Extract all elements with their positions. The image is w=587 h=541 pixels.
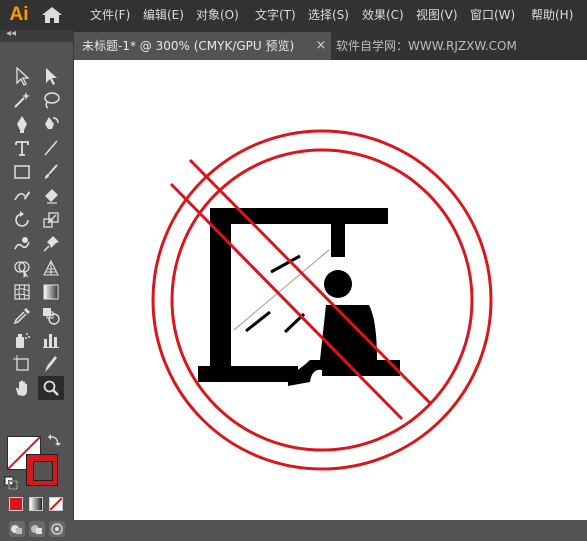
gradient-tool-icon[interactable] bbox=[38, 280, 64, 304]
artboard-tool-icon[interactable] bbox=[9, 352, 35, 376]
tab-untitled-1[interactable]: 未标题-1* @ 300% (CMYK/GPU 预览) × bbox=[74, 32, 331, 60]
prohibition-outer-ring bbox=[151, 129, 493, 471]
warp-tool-icon[interactable] bbox=[9, 232, 35, 256]
paintbrush-tool-icon[interactable] bbox=[38, 160, 64, 184]
menu-bar: Ai 文件(F) 编辑(E) 对象(O) 文字(T) 选择(S) 效果(C) 视… bbox=[0, 0, 587, 30]
curvature-tool-icon[interactable] bbox=[38, 112, 64, 136]
scale-tool-icon[interactable] bbox=[38, 208, 64, 232]
magic-wand-tool-icon[interactable] bbox=[9, 88, 35, 112]
column-graph-tool-icon[interactable] bbox=[38, 328, 64, 352]
blend-tool-icon[interactable] bbox=[38, 304, 64, 328]
direct-selection-tool-icon[interactable] bbox=[38, 64, 64, 88]
menu-type[interactable]: 文字(T) bbox=[255, 0, 296, 30]
draw-normal-icon[interactable] bbox=[9, 521, 25, 537]
shaper-tool-icon[interactable] bbox=[9, 184, 35, 208]
type-tool-icon[interactable] bbox=[9, 136, 35, 160]
app-logo: Ai bbox=[9, 4, 29, 25]
symbol-sprayer-tool-icon[interactable] bbox=[9, 328, 35, 352]
prohibition-sign-artwork[interactable] bbox=[74, 60, 587, 520]
menu-file[interactable]: 文件(F) bbox=[90, 0, 130, 30]
person-in-frame-pictogram bbox=[198, 208, 400, 386]
color-mode-button[interactable] bbox=[9, 497, 23, 511]
draw-inside-icon[interactable] bbox=[49, 521, 65, 537]
menu-object[interactable]: 对象(O) bbox=[196, 0, 239, 30]
document-tab-bar: 未标题-1* @ 300% (CMYK/GPU 预览) × 软件自学网：WWW.… bbox=[74, 30, 587, 60]
swap-fill-stroke-icon[interactable] bbox=[47, 432, 63, 448]
puppet-warp-tool-icon[interactable] bbox=[38, 232, 64, 256]
gradient-mode-button[interactable] bbox=[29, 497, 43, 511]
menu-edit[interactable]: 编辑(E) bbox=[143, 0, 184, 30]
perspective-grid-tool-icon[interactable] bbox=[38, 256, 64, 280]
menu-select[interactable]: 选择(S) bbox=[308, 0, 349, 30]
collapse-icon[interactable]: ◂◂ bbox=[6, 28, 16, 39]
stroke-swatch-hole bbox=[33, 461, 53, 481]
eraser-tool-icon[interactable] bbox=[38, 184, 64, 208]
menu-window[interactable]: 窗口(W) bbox=[470, 0, 515, 30]
close-icon[interactable]: × bbox=[315, 32, 327, 60]
mesh-tool-icon[interactable] bbox=[9, 280, 35, 304]
tab-watermark-site: 软件自学网：WWW.RJZXW.COM bbox=[336, 39, 517, 53]
draw-behind-icon[interactable] bbox=[29, 521, 45, 537]
tab-label: 未标题-1* @ 300% (CMYK/GPU 预览) bbox=[82, 39, 295, 53]
rectangle-tool-icon[interactable] bbox=[9, 160, 35, 184]
slice-tool-icon[interactable] bbox=[38, 352, 64, 376]
zoom-tool-icon[interactable] bbox=[38, 376, 64, 400]
home-icon[interactable] bbox=[41, 6, 63, 24]
menu-view[interactable]: 视图(V) bbox=[416, 0, 458, 30]
eyedropper-tool-icon[interactable] bbox=[9, 304, 35, 328]
rotate-tool-icon[interactable] bbox=[9, 208, 35, 232]
line-segment-tool-icon[interactable] bbox=[38, 136, 64, 160]
stroke-color-swatch[interactable] bbox=[26, 454, 58, 486]
tools-panel: ◂◂ bbox=[0, 28, 74, 537]
menu-effect[interactable]: 效果(C) bbox=[362, 0, 404, 30]
tools-panel-header[interactable]: ◂◂ bbox=[0, 28, 74, 42]
default-fill-stroke-icon[interactable] bbox=[4, 476, 18, 490]
lasso-tool-icon[interactable] bbox=[38, 88, 64, 112]
shape-builder-tool-icon[interactable] bbox=[9, 256, 35, 280]
selection-tool-icon[interactable] bbox=[9, 64, 35, 88]
artboard-canvas[interactable] bbox=[74, 60, 587, 520]
menu-help[interactable]: 帮助(H) bbox=[531, 0, 573, 30]
none-mode-button[interactable] bbox=[49, 497, 63, 511]
hand-tool-icon[interactable] bbox=[9, 376, 35, 400]
pen-tool-icon[interactable] bbox=[9, 112, 35, 136]
